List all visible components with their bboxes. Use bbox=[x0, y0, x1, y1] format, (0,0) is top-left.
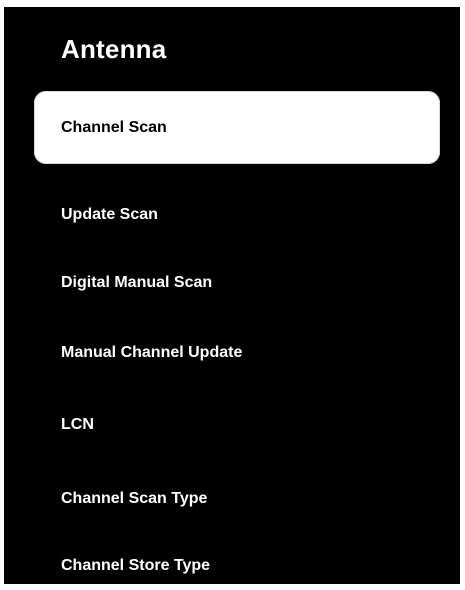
antenna-menu-list: Channel Scan Update Scan Digital Manual … bbox=[4, 7, 460, 584]
menu-item-channel-scan[interactable]: Channel Scan bbox=[34, 91, 440, 164]
menu-item-manual-channel-update[interactable]: Manual Channel Update bbox=[61, 338, 242, 368]
menu-item-update-scan[interactable]: Update Scan bbox=[61, 200, 158, 230]
menu-item-channel-scan-type[interactable]: Channel Scan Type bbox=[61, 484, 207, 514]
menu-item-channel-store-type[interactable]: Channel Store Type bbox=[61, 551, 210, 581]
menu-item-lcn[interactable]: LCN bbox=[61, 410, 94, 440]
menu-item-digital-manual-scan[interactable]: Digital Manual Scan bbox=[61, 268, 212, 298]
tv-menu-screen: Antenna Channel Scan Update Scan Digital… bbox=[4, 7, 460, 584]
